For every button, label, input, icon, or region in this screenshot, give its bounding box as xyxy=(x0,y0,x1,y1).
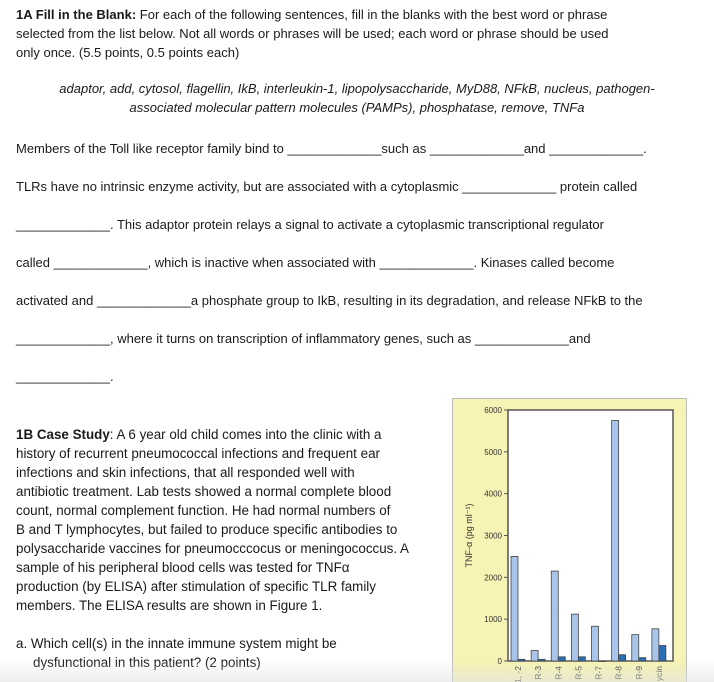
plot-area xyxy=(507,409,674,662)
x-tick-label: R-3 xyxy=(533,666,543,680)
x-tick-label: 1, -2 xyxy=(513,666,523,682)
case-line: sample of his peripheral blood cells was… xyxy=(16,560,350,575)
sentence-line: _____________. xyxy=(16,369,114,384)
sentence-line: called _____________, which is inactive … xyxy=(16,255,615,270)
y-tick-label: 1000 xyxy=(484,615,502,624)
y-tick-label: 2000 xyxy=(484,573,502,582)
x-tick-label: R-9 xyxy=(634,666,644,680)
y-tick-label: 0 xyxy=(498,657,503,666)
bar xyxy=(537,658,546,662)
case-line: B and T lymphocytes, but failed to produ… xyxy=(16,522,398,537)
y-tick-label: 4000 xyxy=(484,490,502,499)
x-tick-label: R-7 xyxy=(594,666,604,680)
word-list: adaptor, add, cytosol, flagellin, IkB, i… xyxy=(59,81,655,115)
bar xyxy=(550,570,559,662)
case-line: members. The ELISA results are shown in … xyxy=(16,598,323,613)
y-tick-label: 6000 xyxy=(484,406,502,415)
bar xyxy=(658,645,667,662)
sentence-line: _____________, where it turns on transcr… xyxy=(16,331,591,346)
case-line: polysaccharide vaccines for pneumocccocu… xyxy=(16,541,409,556)
bar xyxy=(591,625,599,662)
sentence-line: TLRs have no intrinsic enzyme activity, … xyxy=(16,179,638,194)
tnf-bar-chart: 0 1000 2000 3000 4000 5000 6000 TNF-α (pg ml⁻¹)… xyxy=(452,398,687,682)
bar xyxy=(557,656,566,662)
intro-line-1: 1A Fill in the Blank: For each of the fo… xyxy=(16,7,608,22)
bar xyxy=(638,657,647,662)
bar xyxy=(570,613,579,662)
bar xyxy=(598,660,606,662)
y-axis-label: TNF-α (pg ml⁻¹) xyxy=(464,504,474,568)
bar xyxy=(510,556,519,662)
sentence-line: _____________. This adaptor protein rela… xyxy=(16,217,604,232)
case-line: history of recurrent pneumococcal infect… xyxy=(16,446,380,461)
y-tick-label: 3000 xyxy=(484,532,502,541)
case-line: antibiotic treatment. Lab tests showed a… xyxy=(16,484,392,499)
bar xyxy=(631,634,640,662)
y-tick-label: 5000 xyxy=(484,448,502,457)
case-study: 1B Case Study: A 6 year old child comes … xyxy=(16,427,409,613)
case-line: count, normal complement function. He ha… xyxy=(16,503,391,518)
bar xyxy=(611,420,620,662)
bar xyxy=(577,656,586,662)
bar xyxy=(530,650,539,662)
x-tick-label: R-8 xyxy=(614,666,624,680)
x-tick-label: R-5 xyxy=(573,666,583,680)
bar xyxy=(651,628,660,662)
bar xyxy=(618,654,627,662)
sentence-line: activated and _____________a phosphate g… xyxy=(16,293,643,308)
intro-line-2: selected from the list below. Not all wo… xyxy=(16,26,609,41)
case-line: infections and skin infections, that all… xyxy=(16,465,355,480)
intro-line-3: only once. (5.5 points, 0.5 points each) xyxy=(16,45,240,60)
x-tick-label: ycin xyxy=(654,666,664,681)
section-1a-heading: 1A Fill in the Blank: xyxy=(16,7,137,22)
x-tick-label: R-4 xyxy=(553,666,563,680)
case-study-heading: 1B Case Study xyxy=(16,427,110,442)
sentence-line: Members of the Toll like receptor family… xyxy=(16,141,647,156)
bar xyxy=(517,658,526,662)
case-line: production (by ELISA) after stimulation … xyxy=(16,579,376,594)
question-a: a. Which cell(s) in the innate immune sy… xyxy=(16,636,337,670)
